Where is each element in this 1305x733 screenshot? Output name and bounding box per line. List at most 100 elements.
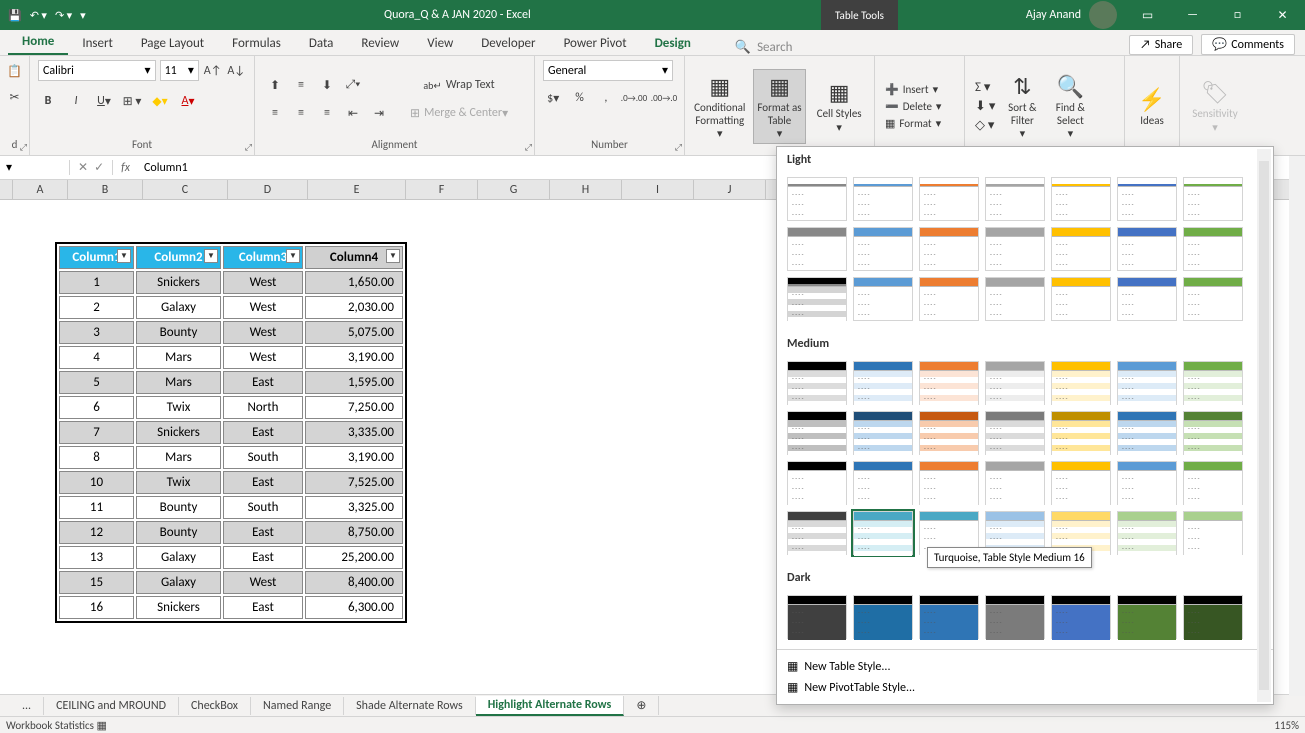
filter-button-4[interactable]: ▼ xyxy=(386,249,400,263)
sheet-3[interactable]: Named Range xyxy=(251,697,344,715)
font-size-combo[interactable]: 11▾ xyxy=(160,60,199,81)
gallery-scrollbar[interactable] xyxy=(1257,149,1271,702)
fx-label[interactable]: fx xyxy=(113,161,138,175)
font-launcher[interactable]: ⤢ xyxy=(245,142,252,153)
tab-pagelayout[interactable]: Page Layout xyxy=(127,32,218,55)
table-header-2[interactable]: Column2▼ xyxy=(136,246,221,269)
number-format-combo[interactable]: General▾ xyxy=(543,60,673,81)
save-icon[interactable]: 💾 xyxy=(8,9,22,22)
underline-button[interactable]: U ▾ xyxy=(94,91,114,111)
table-style-thumb[interactable] xyxy=(1183,511,1243,555)
table-style-thumb[interactable] xyxy=(1117,361,1177,405)
col-F[interactable]: F xyxy=(406,180,478,199)
comma-icon[interactable]: , xyxy=(596,87,616,109)
table-style-thumb[interactable] xyxy=(787,411,847,455)
decrease-font-icon[interactable]: A↓ xyxy=(226,61,246,81)
table-style-thumb[interactable] xyxy=(1183,177,1243,221)
decrease-decimal-icon[interactable]: .00→.0 xyxy=(652,87,676,109)
sheet-1[interactable]: CEILING and MROUND xyxy=(44,697,179,715)
table-style-thumb[interactable] xyxy=(1117,595,1177,639)
table-style-thumb[interactable] xyxy=(919,227,979,271)
table-style-thumb[interactable] xyxy=(1183,461,1243,505)
table-row[interactable]: 5MarsEast1,595.00 xyxy=(59,371,403,394)
table-row[interactable]: 10TwixEast7,525.00 xyxy=(59,471,403,494)
delete-cells-button[interactable]: ➖Delete ▾ xyxy=(883,99,943,114)
tab-insert[interactable]: Insert xyxy=(68,32,127,55)
fill-button[interactable]: ⬇ ▾ xyxy=(973,98,997,115)
table-style-thumb[interactable] xyxy=(919,277,979,321)
user-name[interactable]: Ajay Anand xyxy=(1026,8,1081,22)
indent-inc-icon[interactable]: ⇥ xyxy=(367,102,391,124)
sheet-4[interactable]: Shade Alternate Rows xyxy=(344,697,476,715)
table-style-thumb[interactable] xyxy=(1051,227,1111,271)
table-style-thumb[interactable] xyxy=(1183,227,1243,271)
filter-button-1[interactable]: ▼ xyxy=(117,249,131,263)
minimize-icon[interactable]: — xyxy=(1170,8,1215,22)
maximize-icon[interactable]: □ xyxy=(1215,8,1260,22)
table-row[interactable]: 15GalaxyWest8,400.00 xyxy=(59,571,403,594)
tab-view[interactable]: View xyxy=(413,32,467,55)
table-style-thumb[interactable] xyxy=(985,227,1045,271)
increase-font-icon[interactable]: A↑ xyxy=(203,61,223,81)
table-style-thumb[interactable] xyxy=(985,595,1045,639)
table-style-thumb[interactable] xyxy=(853,411,913,455)
filter-button-3[interactable]: ▼ xyxy=(286,249,300,263)
sheet-5[interactable]: Highlight Alternate Rows xyxy=(476,696,625,716)
clipboard-launcher[interactable]: ⤢ xyxy=(20,142,27,153)
enter-formula-icon[interactable]: ✓ xyxy=(94,160,104,175)
sort-filter-button[interactable]: ⇅Sort & Filter▾ xyxy=(999,69,1045,144)
table-style-thumb[interactable] xyxy=(1117,227,1177,271)
table-style-thumb[interactable] xyxy=(787,595,847,639)
bold-button[interactable]: B xyxy=(38,91,58,111)
table-header-3[interactable]: Column3▼ xyxy=(223,246,303,269)
table-style-thumb[interactable] xyxy=(1051,361,1111,405)
table-style-thumb[interactable] xyxy=(853,595,913,639)
table-style-thumb[interactable] xyxy=(787,361,847,405)
table-style-thumb[interactable] xyxy=(985,411,1045,455)
find-select-button[interactable]: 🔍Find & Select▾ xyxy=(1047,69,1093,144)
sheet-more[interactable]: ... xyxy=(10,697,44,715)
align-bottom-icon[interactable]: ⬇ xyxy=(315,74,339,96)
table-style-thumb[interactable] xyxy=(787,227,847,271)
col-B[interactable]: B xyxy=(68,180,143,199)
indent-dec-icon[interactable]: ⇤ xyxy=(341,102,365,124)
table-style-thumb[interactable] xyxy=(919,461,979,505)
table-row[interactable]: 3BountyWest5,075.00 xyxy=(59,321,403,344)
table-style-thumb[interactable] xyxy=(1183,411,1243,455)
tab-developer[interactable]: Developer xyxy=(467,32,549,55)
vertical-scrollbar[interactable] xyxy=(1289,156,1305,696)
col-A[interactable]: A xyxy=(13,180,68,199)
table-style-thumb[interactable] xyxy=(787,511,847,555)
cancel-formula-icon[interactable]: ✕ xyxy=(78,160,88,175)
table-style-thumb[interactable] xyxy=(1117,411,1177,455)
table-style-thumb[interactable] xyxy=(1051,177,1111,221)
redo-icon[interactable]: ↷ ▾ xyxy=(55,9,72,22)
col-C[interactable]: C xyxy=(143,180,228,199)
tab-design[interactable]: Design xyxy=(641,32,705,55)
table-style-thumb[interactable] xyxy=(985,361,1045,405)
table-style-thumb[interactable] xyxy=(1051,277,1111,321)
align-right-icon[interactable]: ≡ xyxy=(315,102,339,124)
table-header-1[interactable]: Column1▼ xyxy=(59,246,134,269)
format-cells-button[interactable]: ▦Format ▾ xyxy=(883,116,943,131)
table-style-thumb[interactable] xyxy=(985,461,1045,505)
table-style-thumb[interactable] xyxy=(853,177,913,221)
cell-styles-button[interactable]: ▦Cell Styles▾ xyxy=(812,69,866,144)
share-button[interactable]: ↗Share xyxy=(1129,35,1193,55)
filter-button-2[interactable]: ▼ xyxy=(204,249,218,263)
fill-color-icon[interactable]: ◆▾ xyxy=(150,91,170,111)
table-row[interactable]: 6TwixNorth7,250.00 xyxy=(59,396,403,419)
undo-icon[interactable]: ↶ ▾ xyxy=(30,9,47,22)
table-row[interactable]: 2GalaxyWest2,030.00 xyxy=(59,296,403,319)
percent-icon[interactable]: % xyxy=(569,87,589,109)
align-middle-icon[interactable]: ≡ xyxy=(289,74,313,96)
table-style-thumb[interactable] xyxy=(853,511,913,555)
table-style-thumb[interactable] xyxy=(985,177,1045,221)
merge-center-button[interactable]: ⊞Merge & Center ▾ xyxy=(403,102,515,124)
col-E[interactable]: E xyxy=(308,180,406,199)
table-style-thumb[interactable] xyxy=(1117,511,1177,555)
format-as-table-button[interactable]: ▦Format as Table▾ xyxy=(753,69,807,144)
table-style-thumb[interactable] xyxy=(1051,595,1111,639)
table-style-thumb[interactable] xyxy=(1183,595,1243,639)
ribbon-display-icon[interactable]: ▭ xyxy=(1125,8,1170,23)
